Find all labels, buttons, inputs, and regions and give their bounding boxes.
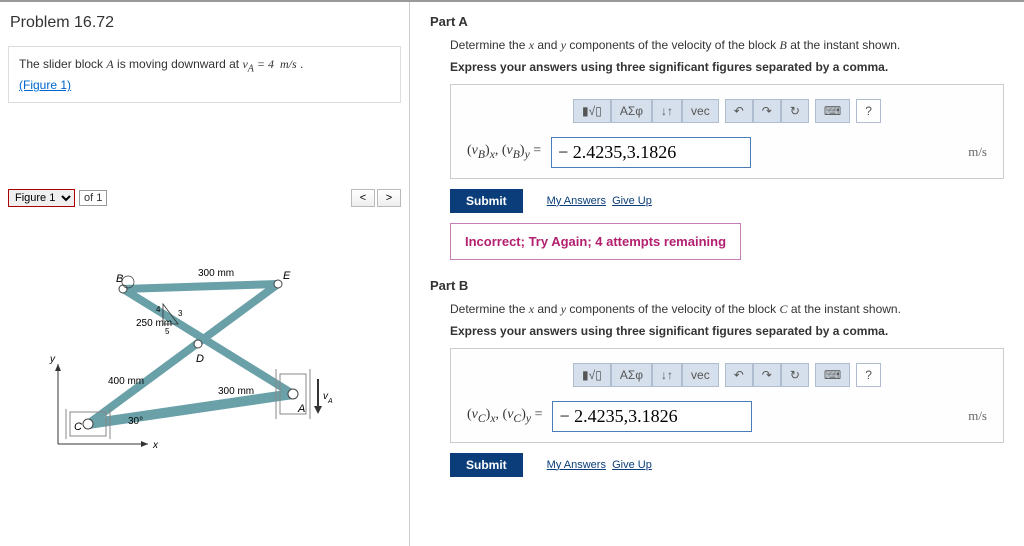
tool-help-button[interactable]: ?: [856, 99, 881, 123]
right-panel: Part A Determine the x and y components …: [410, 2, 1024, 546]
tool-template-button[interactable]: ▮√▯: [573, 363, 611, 387]
dim-300-top: 300 mm: [198, 268, 234, 279]
figure-select[interactable]: Figure 1: [8, 189, 75, 207]
give-up-link[interactable]: Give Up: [612, 195, 652, 207]
part-b-answer-label: (vC)x, (vC)y =: [467, 407, 542, 425]
part-b-unit: m/s: [968, 408, 987, 424]
angle-30: 30°: [128, 416, 143, 427]
part-a-label: Part A: [430, 14, 1004, 29]
tool-vector-button[interactable]: vec: [682, 363, 719, 387]
label-C: C: [74, 421, 82, 433]
part-a-instr: Express your answers using three signifi…: [450, 60, 1004, 74]
stmt-suffix: .: [297, 57, 304, 71]
tool-greek-button[interactable]: ΑΣφ: [611, 99, 652, 123]
tool-undo-button[interactable]: ↶: [725, 363, 753, 387]
dim-400: 400 mm: [108, 376, 144, 387]
tool-redo-button[interactable]: ↷: [753, 363, 781, 387]
tool-keyboard-button[interactable]: ⌨: [815, 363, 850, 387]
figure-nav: Figure 1 of 1 < >: [8, 189, 401, 207]
part-b-answer-box: ▮√▯ ΑΣφ ↓↑ vec ↶ ↷ ↻ ⌨ ? (vC)x, (vC)y = …: [450, 348, 1004, 443]
figure-of-label: of 1: [79, 190, 107, 206]
part-a-answer-box: ▮√▯ ΑΣφ ↓↑ vec ↶ ↷ ↻ ⌨ ? (vB)x, (vB)y = …: [450, 84, 1004, 179]
tool-reset-button[interactable]: ↻: [781, 99, 809, 123]
left-panel: Problem 16.72 The slider block A is movi…: [0, 2, 410, 546]
part-b-answer-input[interactable]: [552, 401, 752, 432]
part-b-desc: Determine the x and y components of the …: [450, 301, 1004, 318]
tool-vector-button[interactable]: vec: [682, 99, 719, 123]
axis-y-label: y: [49, 354, 56, 365]
tool-keyboard-button[interactable]: ⌨: [815, 99, 850, 123]
axis-x-label: x: [152, 440, 159, 451]
dim-300-bot: 300 mm: [218, 386, 254, 397]
tool-subscript-button[interactable]: ↓↑: [652, 99, 682, 123]
part-a-feedback: Incorrect; Try Again; 4 attempts remaini…: [450, 223, 741, 260]
tool-greek-button[interactable]: ΑΣφ: [611, 363, 652, 387]
figure-image: x y B: [8, 219, 388, 489]
vA-label: vA: [323, 391, 333, 405]
tool-help-button[interactable]: ?: [856, 363, 881, 387]
part-a-answer-label: (vB)x, (vB)y =: [467, 143, 541, 161]
part-b-submit-button[interactable]: Submit: [450, 453, 523, 477]
tool-reset-button[interactable]: ↻: [781, 363, 809, 387]
part-a-submit-button[interactable]: Submit: [450, 189, 523, 213]
answer-toolbar-a: ▮√▯ ΑΣφ ↓↑ vec ↶ ↷ ↻ ⌨ ?: [467, 99, 987, 123]
tool-undo-button[interactable]: ↶: [725, 99, 753, 123]
tri-4: 4: [156, 305, 161, 314]
part-a-links: My Answers Give Up: [547, 195, 652, 207]
answer-toolbar-b: ▮√▯ ΑΣφ ↓↑ vec ↶ ↷ ↻ ⌨ ?: [467, 363, 987, 387]
figure-next-button[interactable]: >: [377, 189, 401, 207]
v-expr: vA = 4 m/s: [242, 57, 296, 71]
stmt-text: The slider block: [19, 57, 106, 71]
label-D: D: [196, 353, 204, 365]
give-up-link[interactable]: Give Up: [612, 459, 652, 471]
part-b-label: Part B: [430, 278, 1004, 293]
part-b-links: My Answers Give Up: [547, 459, 652, 471]
tool-subscript-button[interactable]: ↓↑: [652, 363, 682, 387]
part-a-answer-input[interactable]: [551, 137, 751, 168]
var-A: A: [106, 57, 113, 71]
part-b-instr: Express your answers using three signifi…: [450, 324, 1004, 338]
tool-template-button[interactable]: ▮√▯: [573, 99, 611, 123]
part-a-unit: m/s: [968, 144, 987, 160]
label-A: A: [297, 403, 305, 415]
problem-title: Problem 16.72: [8, 14, 401, 32]
problem-statement: The slider block A is moving downward at…: [8, 46, 401, 103]
tri-3: 3: [178, 309, 183, 318]
my-answers-link[interactable]: My Answers: [547, 459, 606, 471]
tool-redo-button[interactable]: ↷: [753, 99, 781, 123]
tri-5: 5: [165, 327, 170, 336]
figure-prev-button[interactable]: <: [351, 189, 375, 207]
my-answers-link[interactable]: My Answers: [547, 195, 606, 207]
part-a-desc: Determine the x and y components of the …: [450, 37, 1004, 54]
label-E: E: [283, 270, 291, 282]
figure-link[interactable]: (Figure 1): [19, 78, 71, 92]
stmt-text2: is moving downward at: [114, 57, 243, 71]
